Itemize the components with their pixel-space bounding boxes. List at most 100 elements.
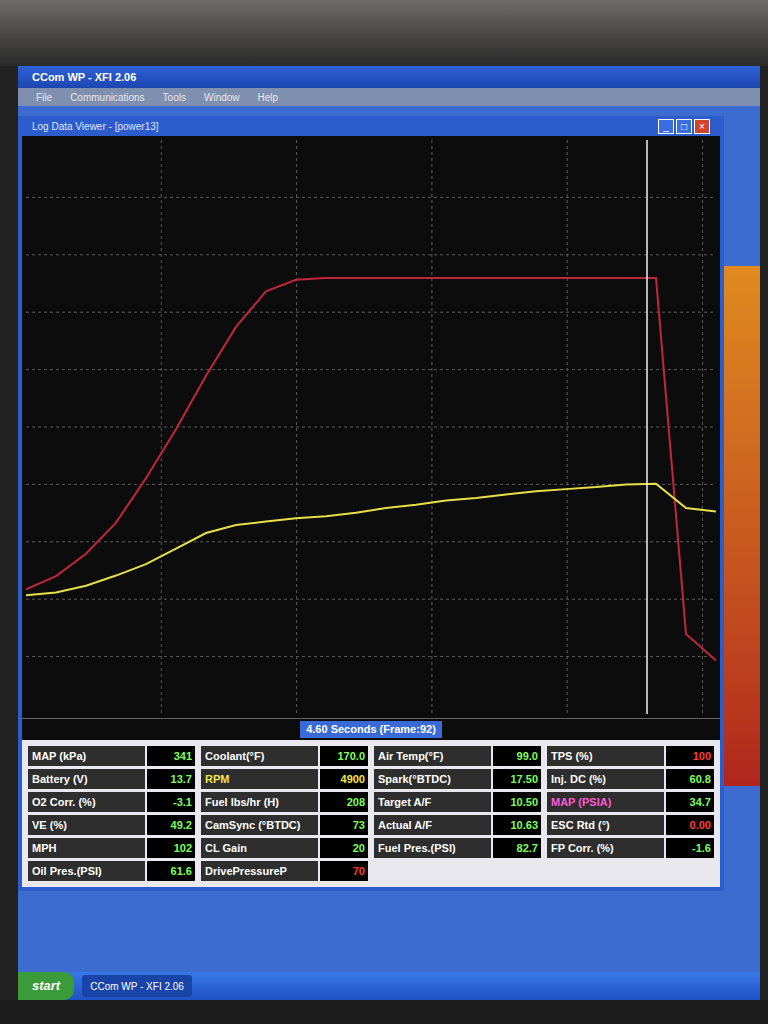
grid-line: [26, 197, 716, 198]
readout-label: Battery (V): [28, 769, 145, 789]
readout: TPS (%)100: [547, 746, 714, 766]
log-chart[interactable]: [26, 140, 716, 714]
app-title-bar: CCom WP - XFI 2.06: [18, 66, 760, 88]
readout-label: Coolant(°F): [201, 746, 318, 766]
readout-value: 0.00: [666, 815, 714, 835]
readout-label: VE (%): [28, 815, 145, 835]
readout: Coolant(°F)170.0: [201, 746, 368, 766]
menu-item[interactable]: Help: [254, 90, 283, 105]
laptop-bezel-top: [0, 0, 768, 66]
series-line: [26, 278, 716, 661]
background-window: [724, 266, 760, 786]
readout-label: Spark(°BTDC): [374, 769, 491, 789]
laptop-bezel-bottom: [0, 1000, 768, 1024]
readout: MAP (PSIA)34.7: [547, 792, 714, 812]
readout-label: DrivePressureP: [201, 861, 318, 881]
window-control-button[interactable]: _: [658, 119, 674, 134]
readout-value: 34.7: [666, 792, 714, 812]
grid-line: [161, 140, 162, 714]
log-title: Log Data Viewer - [power13]: [32, 119, 159, 134]
grid-line: [431, 140, 432, 714]
grid-line: [26, 427, 716, 428]
readout: CL Gain20: [201, 838, 368, 858]
readout-label: ESC Rtd (°): [547, 815, 664, 835]
readout: Actual A/F10.63: [374, 815, 541, 835]
chart-area: [22, 136, 720, 718]
readout-value: 341: [147, 746, 195, 766]
workspace: Log Data Viewer - [power13] _□× 4.60 Secon…: [18, 106, 760, 972]
readout-value: 102: [147, 838, 195, 858]
menu-item[interactable]: Tools: [159, 90, 190, 105]
readout: ESC Rtd (°)0.00: [547, 815, 714, 835]
readout-value: -3.1: [147, 792, 195, 812]
readout: Spark(°BTDC)17.50: [374, 769, 541, 789]
start-button[interactable]: start: [18, 972, 74, 1000]
grid-line: [26, 599, 716, 600]
readout: DrivePressureP70: [201, 861, 368, 881]
grid-line: [26, 656, 716, 657]
taskbar-task[interactable]: CCom WP - XFI 2.06: [82, 975, 192, 997]
readout-value: 73: [320, 815, 368, 835]
readout-label: TPS (%): [547, 746, 664, 766]
readout: Inj. DC (%)60.8: [547, 769, 714, 789]
readout-column: MAP (kPa)341 Battery (V)13.7 O2 Corr. (%)-…: [28, 746, 195, 881]
grid-line: [26, 254, 716, 255]
menu-item[interactable]: Window: [200, 90, 244, 105]
log-title-bar: Log Data Viewer - [power13] _□×: [22, 116, 720, 136]
readout-label: Actual A/F: [374, 815, 491, 835]
readout-label: Air Temp(°F): [374, 746, 491, 766]
readout-value: 10.63: [493, 815, 541, 835]
window-controls: _□×: [658, 119, 710, 134]
time-axis: 4.60 Seconds (Frame:92): [22, 718, 720, 740]
series-line: [26, 484, 716, 595]
readout: FP Corr. (%)-1.6: [547, 838, 714, 858]
readout-value: 61.6: [147, 861, 195, 881]
taskbar: start CCom WP - XFI 2.06: [18, 972, 760, 1000]
grid-line: [567, 140, 568, 714]
readout-value: 17.50: [493, 769, 541, 789]
screen: CCom WP - XFI 2.06 File Communications Tool…: [18, 66, 760, 1000]
readout-value: 10.50: [493, 792, 541, 812]
readout-label: RPM: [201, 769, 318, 789]
cursor-line[interactable]: [646, 140, 648, 714]
window-control-button[interactable]: ×: [694, 119, 710, 134]
readout-value: 99.0: [493, 746, 541, 766]
grid-line: [296, 140, 297, 714]
grid-line: [26, 312, 716, 313]
readout-column: Air Temp(°F)99.0Spark(°BTDC)17.50Target …: [374, 746, 541, 858]
readout-label: Inj. DC (%): [547, 769, 664, 789]
readout-label: MAP (PSIA): [547, 792, 664, 812]
grid-line: [26, 369, 716, 370]
readout: O2 Corr. (%)-3.1: [28, 792, 195, 812]
readout: Fuel Pres.(PSI)82.7: [374, 838, 541, 858]
log-window: Log Data Viewer - [power13] _□× 4.60 Secon…: [18, 116, 724, 891]
time-label: 4.60 Seconds (Frame:92): [300, 721, 442, 738]
grid-line: [702, 140, 703, 714]
photo: CCom WP - XFI 2.06 File Communications Tool…: [0, 0, 768, 1024]
menu-bar: File Communications Tools Window Help: [18, 88, 760, 106]
readout: Target A/F10.50: [374, 792, 541, 812]
grid-line: [26, 541, 716, 542]
window-control-button[interactable]: □: [676, 119, 692, 134]
menu-item[interactable]: Communications: [66, 90, 148, 105]
menu-item[interactable]: File: [32, 90, 56, 105]
readout-label: CL Gain: [201, 838, 318, 858]
readout-value: 60.8: [666, 769, 714, 789]
readout-column: TPS (%)100Inj. DC (%)60.8MAP (PSIA)34.7E…: [547, 746, 714, 858]
readout: Battery (V)13.7: [28, 769, 195, 789]
readout-value: 20: [320, 838, 368, 858]
readout-value: 70: [320, 861, 368, 881]
readout: Fuel lbs/hr (H)208: [201, 792, 368, 812]
readout-value: 49.2: [147, 815, 195, 835]
readout-value: 82.7: [493, 838, 541, 858]
readout: MAP (kPa)341: [28, 746, 195, 766]
readout-label: O2 Corr. (%): [28, 792, 145, 812]
readout: VE (%)49.2: [28, 815, 195, 835]
readout: Air Temp(°F)99.0: [374, 746, 541, 766]
readout-label: MAP (kPa): [28, 746, 145, 766]
readout-column: Coolant(°F)170.0 RPM4900 Fuel lbs/hr (H)20…: [201, 746, 368, 881]
readout-label: MPH: [28, 838, 145, 858]
readout-label: FP Corr. (%): [547, 838, 664, 858]
readout-value: 208: [320, 792, 368, 812]
readout: RPM4900: [201, 769, 368, 789]
